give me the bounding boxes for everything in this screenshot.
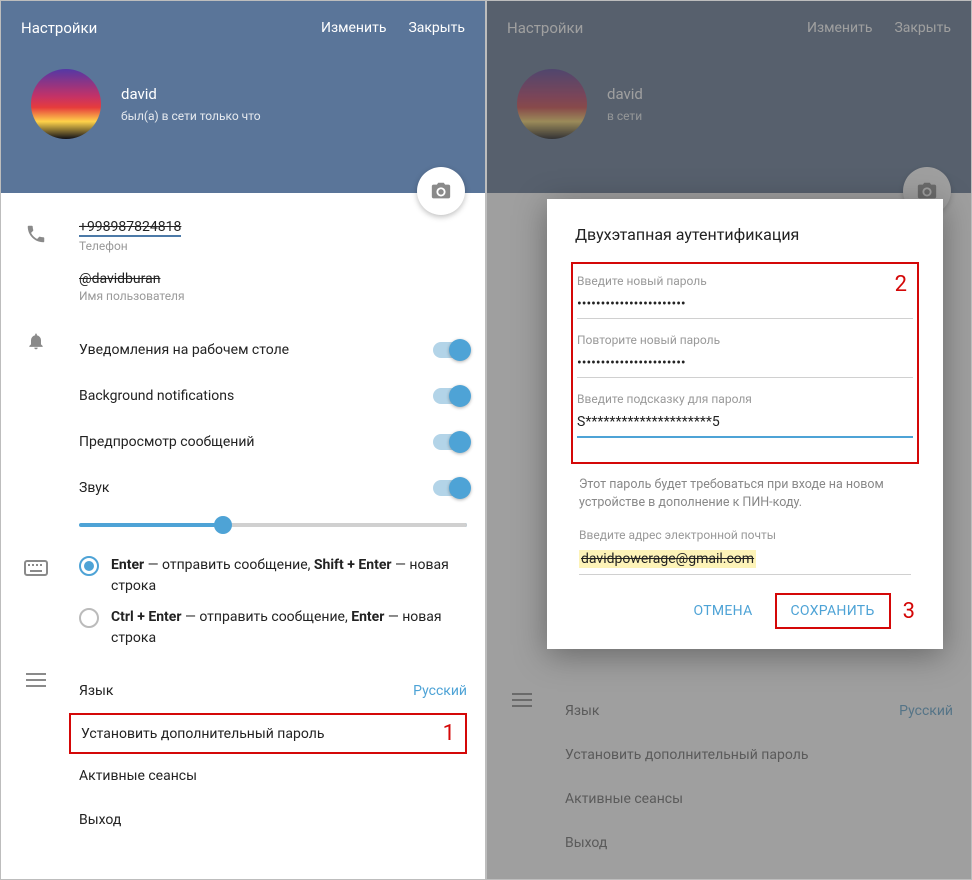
set-password-row[interactable]: Установить дополнительный пароль [81, 726, 324, 742]
logout-row[interactable]: Выход [565, 821, 953, 865]
annotation-box-1: Установить дополнительный пароль 1 [69, 713, 467, 754]
settings-panel-left: Настройки Изменить Закрыть david был(а) … [0, 0, 486, 880]
send-ctrl-enter-option[interactable]: Ctrl + Enter — отправить сообщение, Ente… [79, 607, 467, 649]
bg-notif-label: Background notifications [79, 388, 234, 404]
username-field[interactable]: @davidburan Имя пользователя [79, 271, 467, 303]
active-sessions-row[interactable]: Активные сеансы [565, 777, 953, 821]
header-title: Настройки [21, 19, 97, 37]
repeat-password-input[interactable]: ••••••••••••••••••••••• [577, 351, 913, 378]
header-title: Настройки [507, 19, 583, 37]
toggle-on-icon [433, 480, 467, 496]
modal-description: Этот пароль будет требоваться при входе … [579, 476, 911, 512]
bell-icon [26, 331, 46, 351]
preview-toggle[interactable]: Предпросмотр сообщений [79, 419, 467, 465]
profile-status: был(а) в сети только что [121, 109, 261, 123]
password-hint-input[interactable]: S*********************5 [577, 410, 913, 438]
close-link[interactable]: Закрыть [408, 20, 465, 36]
phone-label: Телефон [79, 239, 467, 253]
modal-title: Двухэтапная аутентификация [575, 225, 915, 244]
language-row[interactable]: Язык Русский [565, 689, 953, 733]
sound-toggle[interactable]: Звук [79, 465, 467, 511]
language-row[interactable]: Язык Русский [79, 669, 467, 713]
repeat-password-field[interactable]: Повторите новый пароль •••••••••••••••••… [577, 333, 913, 378]
recovery-email-field[interactable]: Введите адрес электронной почты davidpow… [579, 528, 911, 575]
annotation-marker-2: 2 [895, 272, 907, 297]
profile-name: david [607, 85, 643, 103]
sound-label: Звук [79, 480, 109, 496]
set-password-row[interactable]: Установить дополнительный пароль [565, 733, 953, 777]
save-button[interactable]: СОХРАНИТЬ [775, 593, 891, 629]
annotation-marker-1: 1 [443, 721, 455, 746]
toggle-on-icon [433, 342, 467, 358]
avatar[interactable] [31, 69, 101, 139]
camera-icon [430, 180, 452, 202]
radio-selected-icon [79, 556, 99, 576]
radio-unselected-icon [79, 608, 99, 628]
desktop-notif-toggle[interactable]: Уведомления на рабочем столе [79, 327, 467, 373]
phone-field[interactable]: +998987824818 Телефон [79, 219, 467, 253]
logout-row[interactable]: Выход [79, 798, 467, 842]
menu-icon [512, 693, 532, 707]
annotation-marker-3: 3 [903, 599, 915, 624]
new-password-input[interactable]: ••••••••••••••••••••••• [577, 292, 913, 319]
close-link[interactable]: Закрыть [894, 20, 951, 36]
desktop-notif-label: Уведомления на рабочем столе [79, 342, 289, 358]
profile-status: в сети [607, 109, 643, 123]
header: Настройки Изменить Закрыть david в сети [487, 1, 971, 193]
bg-notif-toggle[interactable]: Background notifications [79, 373, 467, 419]
send-enter-option[interactable]: Enter — отправить сообщение, Shift + Ent… [79, 555, 467, 597]
settings-panel-right: Настройки Изменить Закрыть david в сети [486, 0, 972, 880]
toggle-on-icon [433, 434, 467, 450]
phone-value: +998987824818 [79, 219, 181, 237]
recovery-email-input[interactable]: davidpowerage@gmail.com [579, 546, 911, 575]
toggle-on-icon [433, 388, 467, 404]
language-value: Русский [413, 683, 467, 699]
language-label: Язык [79, 683, 113, 699]
cancel-button[interactable]: ОТМЕНА [679, 595, 766, 627]
active-sessions-row[interactable]: Активные сеансы [79, 754, 467, 798]
annotation-box-2: 2 Введите новый пароль •••••••••••••••••… [571, 262, 919, 464]
change-photo-button[interactable] [417, 167, 465, 215]
volume-slider[interactable] [79, 523, 467, 527]
new-password-field[interactable]: Введите новый пароль •••••••••••••••••••… [577, 274, 913, 319]
profile-name: david [121, 85, 261, 103]
username-label: Имя пользователя [79, 289, 467, 303]
keyboard-icon [24, 559, 48, 577]
two-step-auth-modal: Двухэтапная аутентификация 2 Введите нов… [547, 199, 943, 649]
menu-icon [26, 673, 46, 687]
username-value: @davidburan [79, 271, 160, 287]
preview-label: Предпросмотр сообщений [79, 434, 255, 450]
avatar[interactable] [517, 69, 587, 139]
phone-icon [25, 223, 47, 245]
header: Настройки Изменить Закрыть david был(а) … [1, 1, 485, 193]
edit-link[interactable]: Изменить [807, 20, 872, 36]
password-hint-field[interactable]: Введите подсказку для пароля S**********… [577, 392, 913, 438]
edit-link[interactable]: Изменить [321, 20, 386, 36]
